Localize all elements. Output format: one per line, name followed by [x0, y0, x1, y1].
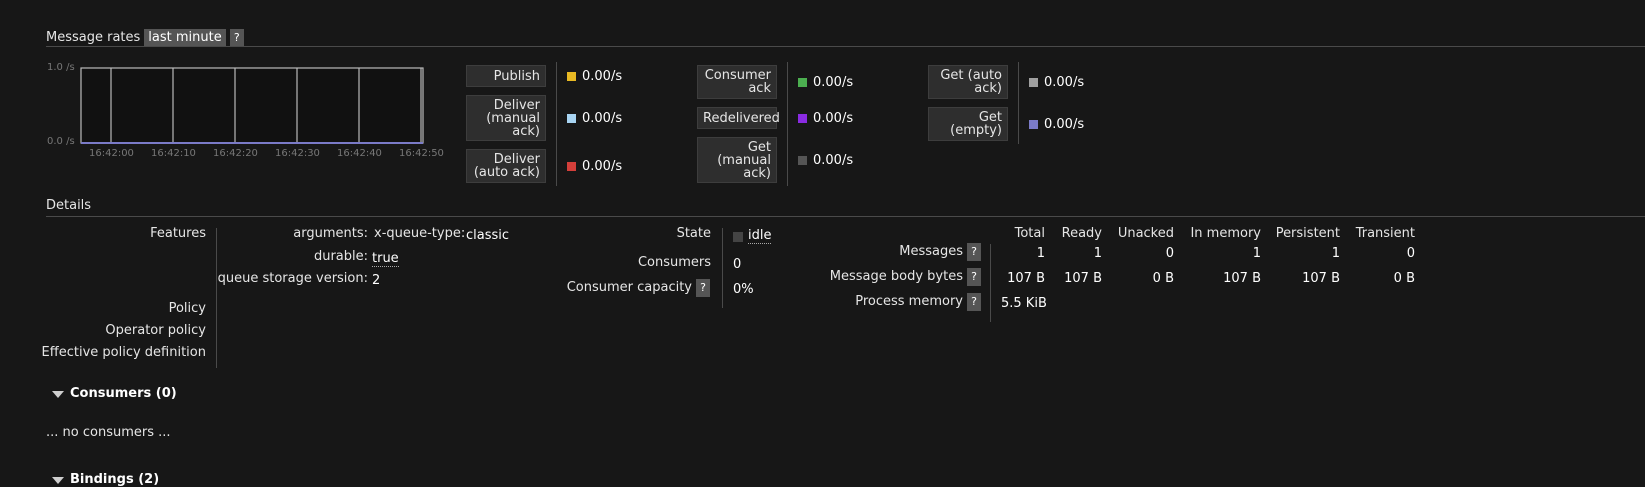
body-bytes-cell: 107 B — [1064, 271, 1102, 286]
x-tick-label: 16:42:00 — [89, 148, 134, 159]
body-bytes-cell: 107 B — [1007, 271, 1045, 286]
publish-swatch — [567, 72, 576, 81]
messages-cell: 1 — [1036, 246, 1045, 261]
get-manual-rate: 0.00/s — [813, 153, 854, 168]
storage-version-label: queue storage version: — [217, 271, 368, 286]
storage-version-value: 2 — [372, 273, 381, 288]
get-auto-rate: 0.00/s — [1044, 75, 1085, 90]
chart-frame — [80, 67, 424, 144]
legend-separator — [1018, 62, 1019, 144]
x-tick-label: 16:42:40 — [337, 148, 382, 159]
redelivered-rate: 0.00/s — [813, 111, 854, 126]
legend-separator — [787, 62, 788, 186]
process-memory-label: Process memory? — [855, 293, 981, 311]
redelivered-swatch — [798, 114, 807, 123]
deliver-manual-rate: 0.00/s — [582, 111, 623, 126]
divider — [46, 46, 1645, 47]
body-bytes-label: Message body bytes? — [830, 268, 981, 286]
stats-header: Total — [1014, 226, 1045, 241]
stats-header: Transient — [1355, 226, 1415, 241]
consumers-label: Consumers — [637, 255, 711, 270]
help-button[interactable]: ? — [229, 29, 244, 47]
policy-label: Policy — [168, 301, 206, 316]
chart-plot-area — [80, 67, 424, 144]
legend-redelivered-button[interactable]: Redelivered — [697, 107, 780, 129]
arguments-label: arguments: — [293, 226, 368, 241]
legend-get-empty-button[interactable]: Get (empty) — [928, 107, 1008, 141]
features-separator — [216, 228, 217, 368]
y-axis-min-label: 0.0 /s — [47, 136, 75, 147]
durable-label: durable: — [313, 249, 368, 264]
x-tick-label: 16:42:20 — [213, 148, 258, 159]
messages-cell: 1 — [1252, 246, 1261, 261]
stats-header: Unacked — [1117, 226, 1174, 241]
arguments-value: classic — [466, 228, 510, 243]
bindings-toggle-icon[interactable] — [52, 477, 64, 484]
deliver-manual-swatch — [567, 114, 576, 123]
message-rates-title: Message rates — [46, 30, 141, 45]
details-title: Details — [46, 198, 92, 213]
legend-get-manual-button[interactable]: Get (manual ack) — [697, 137, 777, 183]
state-value: idle — [748, 228, 772, 244]
legend-deliver-manual-button[interactable]: Deliver (manual ack) — [466, 95, 546, 141]
state-indicator-icon — [733, 232, 743, 242]
message-rates-header: Message rates last minute? — [46, 29, 244, 47]
arguments-key: x-queue-type: — [374, 226, 466, 241]
range-selector[interactable]: last minute — [144, 29, 226, 47]
x-tick-label: 16:42:50 — [399, 148, 444, 159]
body-bytes-cell: 107 B — [1302, 271, 1340, 286]
operator-policy-label: Operator policy — [105, 323, 206, 338]
legend-publish-button[interactable]: Publish — [466, 65, 546, 87]
get-empty-swatch — [1029, 120, 1038, 129]
publish-rate: 0.00/s — [582, 69, 623, 84]
features-label: Features — [150, 226, 206, 241]
deliver-auto-rate: 0.00/s — [582, 159, 623, 174]
consumer-ack-rate: 0.00/s — [813, 75, 854, 90]
legend-consumer-ack-button[interactable]: Consumer ack — [697, 65, 777, 99]
body-bytes-cell: 0 B — [1393, 271, 1415, 286]
process-memory-value: 5.5 KiB — [1001, 296, 1047, 311]
messages-cell: 1 — [1331, 246, 1340, 261]
durable-value: true — [372, 251, 399, 267]
help-button[interactable]: ? — [967, 293, 981, 311]
x-tick-label: 16:42:30 — [275, 148, 320, 159]
y-axis-max-label: 1.0 /s — [47, 62, 75, 73]
consumers-empty-text: ... no consumers ... — [46, 425, 171, 440]
effective-policy-label: Effective policy definition — [41, 345, 206, 360]
messages-cell: 0 — [1165, 246, 1174, 261]
get-empty-rate: 0.00/s — [1044, 117, 1085, 132]
state-separator — [722, 228, 723, 308]
messages-cell: 1 — [1093, 246, 1102, 261]
stats-header: Ready — [1061, 226, 1102, 241]
get-auto-swatch — [1029, 78, 1038, 87]
help-button[interactable]: ? — [967, 243, 981, 261]
consumer-ack-swatch — [798, 78, 807, 87]
legend-separator — [556, 62, 557, 186]
get-manual-swatch — [798, 156, 807, 165]
consumers-toggle-icon[interactable] — [52, 391, 64, 398]
stats-separator — [990, 244, 991, 322]
deliver-auto-swatch — [567, 162, 576, 171]
body-bytes-cell: 107 B — [1223, 271, 1261, 286]
legend-deliver-auto-button[interactable]: Deliver (auto ack) — [466, 149, 546, 183]
messages-cell: 0 — [1406, 246, 1415, 261]
consumers-value: 0 — [733, 257, 742, 272]
stats-header: In memory — [1190, 226, 1261, 241]
consumer-capacity-label: Consumer capacity? — [567, 279, 710, 297]
consumer-capacity-value: 0% — [733, 282, 754, 297]
legend-get-auto-button[interactable]: Get (auto ack) — [928, 65, 1008, 99]
help-button[interactable]: ? — [967, 268, 981, 286]
divider — [46, 216, 1645, 217]
messages-label: Messages? — [899, 243, 981, 261]
help-button[interactable]: ? — [696, 279, 710, 297]
x-tick-label: 16:42:10 — [151, 148, 196, 159]
stats-header: Persistent — [1275, 226, 1340, 241]
state-label: State — [676, 226, 711, 241]
consumers-section-title[interactable]: Consumers (0) — [70, 386, 177, 401]
body-bytes-cell: 0 B — [1152, 271, 1174, 286]
bindings-section-title[interactable]: Bindings (2) — [70, 472, 159, 487]
